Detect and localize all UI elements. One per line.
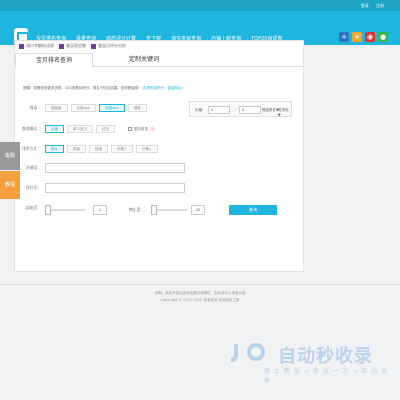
watermark-tagline: 做 上 精 品 → 来 访 一 次 → 自 动 收 录 [264, 368, 388, 384]
main-card: 淘口令解析还原 查买家信誉 查宝贝评分分析 宝贝排名查询 定制关键词 提醒：如需… [14, 40, 305, 272]
range-row: 起始页： [25, 205, 41, 210]
platform-option[interactable]: 搜券 [127, 104, 147, 112]
tab-rank-query[interactable]: 宝贝排名查询 [15, 53, 93, 68]
tab-custom-keyword[interactable]: 定制关键词 [105, 53, 183, 67]
register-link[interactable]: 注册 [376, 3, 384, 8]
watermark-brand: 自动秒收录 [278, 346, 373, 367]
weibo-icon[interactable]: ◉ [365, 32, 375, 42]
sort-row: 排序方式： 默认 销量 信用 价格↑ 价格↓ [15, 145, 161, 153]
sort-option[interactable]: 销量 [67, 145, 86, 153]
side-contact-button[interactable]: 客服 [0, 142, 20, 170]
footer-line-1: 说明：本站不保证查询结果的准确性，实际排名以淘宝为准 [154, 291, 246, 295]
price-filter: 价格： 0 - 0 筛选条件▼ 发货地▼ [189, 101, 292, 117]
mode-option[interactable]: 单个宝贝 [67, 125, 93, 133]
footer-divider [0, 284, 400, 285]
mode-row: 查询模式： 店铺 单个宝贝 红包 模拟登录 (?) [22, 125, 155, 133]
login-link[interactable]: 登录 [361, 3, 369, 8]
notice-text: 提醒：如需查询更多页数，100页需扣积分，排名个性化结果，查询需谨慎！(无须购买… [23, 86, 183, 90]
top-bar: 登录 注册 [0, 0, 400, 11]
mode-option[interactable]: 红包 [96, 125, 115, 133]
quick-link[interactable]: 查买家信誉 [59, 43, 86, 49]
platform-option[interactable]: 电脑版 [45, 104, 68, 112]
tool-icon [19, 43, 24, 49]
side-tutorial-button[interactable]: 教程 [0, 171, 20, 199]
platform-option-selected[interactable]: 淘宝app [99, 104, 125, 112]
quick-link[interactable]: 淘口令解析还原 [19, 43, 54, 49]
keyword-input[interactable] [45, 163, 185, 173]
tool-icon [59, 43, 64, 49]
start-page-handle[interactable] [45, 205, 51, 215]
sort-option[interactable]: 价格↓ [135, 145, 158, 153]
tab-bar: 宝贝排名查询 定制关键词 [15, 53, 305, 68]
social-icons: + ★ ◉ ● [339, 32, 388, 42]
query-button[interactable]: 查询 [229, 205, 277, 215]
watermark: 自动秒收录 做 上 精 品 → 来 访 一 次 → 自 动 收 录 [230, 340, 390, 384]
sort-option[interactable]: 价格↑ [111, 145, 133, 153]
end-page-input[interactable]: 20 [191, 205, 205, 215]
notice-link[interactable]: (无须购买积分，复制网址) [142, 86, 183, 90]
watermark-logo-icon [230, 343, 265, 362]
sort-option-selected[interactable]: 默认 [45, 145, 64, 153]
condition-select[interactable]: 筛选条件▼ [262, 108, 279, 113]
shop-input[interactable] [45, 183, 185, 193]
plus-icon[interactable]: + [339, 32, 349, 42]
location-select[interactable]: 发货地▼ [278, 108, 291, 117]
mode-option-selected[interactable]: 店铺 [45, 125, 64, 133]
end-page-handle[interactable] [151, 205, 157, 215]
simulate-login-checkbox[interactable]: 模拟登录 (?) [128, 127, 155, 132]
price-min-input[interactable]: 0 [208, 106, 230, 114]
account-links: 登录 注册 [355, 3, 384, 9]
platform-option[interactable]: 天猫app [70, 104, 97, 112]
quick-links: 淘口令解析还原 查买家信誉 查宝贝评分分析 [19, 43, 126, 49]
price-max-input[interactable]: 0 [239, 106, 261, 114]
tool-icon [91, 43, 96, 49]
quick-link[interactable]: 查宝贝评分分析 [91, 43, 126, 49]
star-icon[interactable]: ★ [352, 32, 362, 42]
platform-row: 筛选： 电脑版 天猫app 淘宝app 搜券 [15, 104, 150, 112]
start-page-slider[interactable] [45, 209, 85, 211]
footer-line-2: Copyright © 2011-2020 淘宝查询 查询排名工具 [160, 298, 240, 302]
sort-option[interactable]: 信用 [89, 145, 108, 153]
wechat-icon[interactable]: ● [378, 32, 388, 42]
start-page-input[interactable]: 1 [93, 205, 107, 215]
